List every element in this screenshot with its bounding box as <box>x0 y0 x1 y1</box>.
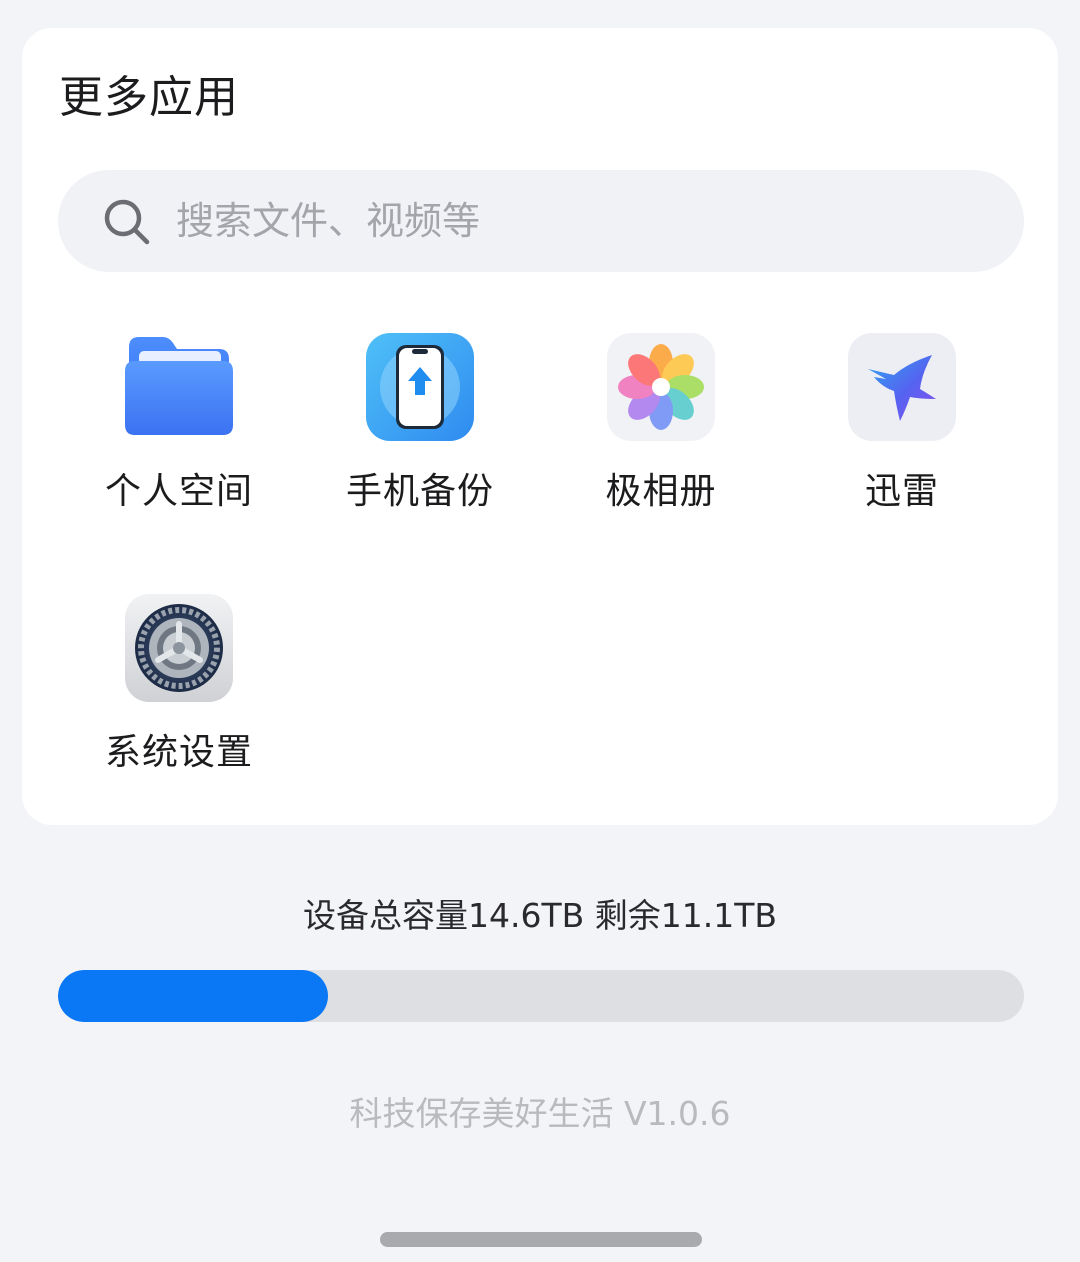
app-photo-album[interactable]: 极相册 <box>561 333 761 533</box>
hummingbird-icon <box>848 333 956 441</box>
app-personal-space[interactable]: 个人空间 <box>79 333 279 533</box>
app-label: 系统设置 <box>104 732 253 773</box>
search-input[interactable] <box>176 170 996 272</box>
app-xunlei[interactable]: 迅雷 <box>802 333 1002 533</box>
home-indicator[interactable] <box>380 1232 702 1247</box>
app-label: 迅雷 <box>864 471 939 512</box>
app-phone-backup[interactable]: 手机备份 <box>320 333 520 533</box>
phone-backup-icon <box>366 333 474 441</box>
app-label: 极相册 <box>605 471 717 512</box>
photo-flower-icon <box>607 333 715 441</box>
more-apps-card: 更多应用 个人空间 <box>22 28 1058 825</box>
card-title: 更多应用 <box>59 72 239 123</box>
app-label: 手机备份 <box>345 471 494 512</box>
app-label: 个人空间 <box>104 471 253 512</box>
search-icon <box>104 199 150 245</box>
folder-icon <box>125 337 233 435</box>
storage-progress-bar <box>58 970 1024 1022</box>
gear-icon <box>125 594 233 702</box>
storage-summary: 设备总容量14.6TB 剩余11.1TB <box>302 896 778 935</box>
version-footer: 科技保存美好生活 V1.0.6 <box>349 1094 731 1133</box>
app-system-settings[interactable]: 系统设置 <box>79 594 279 794</box>
storage-progress-fill <box>58 970 329 1022</box>
search-bar[interactable] <box>58 170 1024 272</box>
